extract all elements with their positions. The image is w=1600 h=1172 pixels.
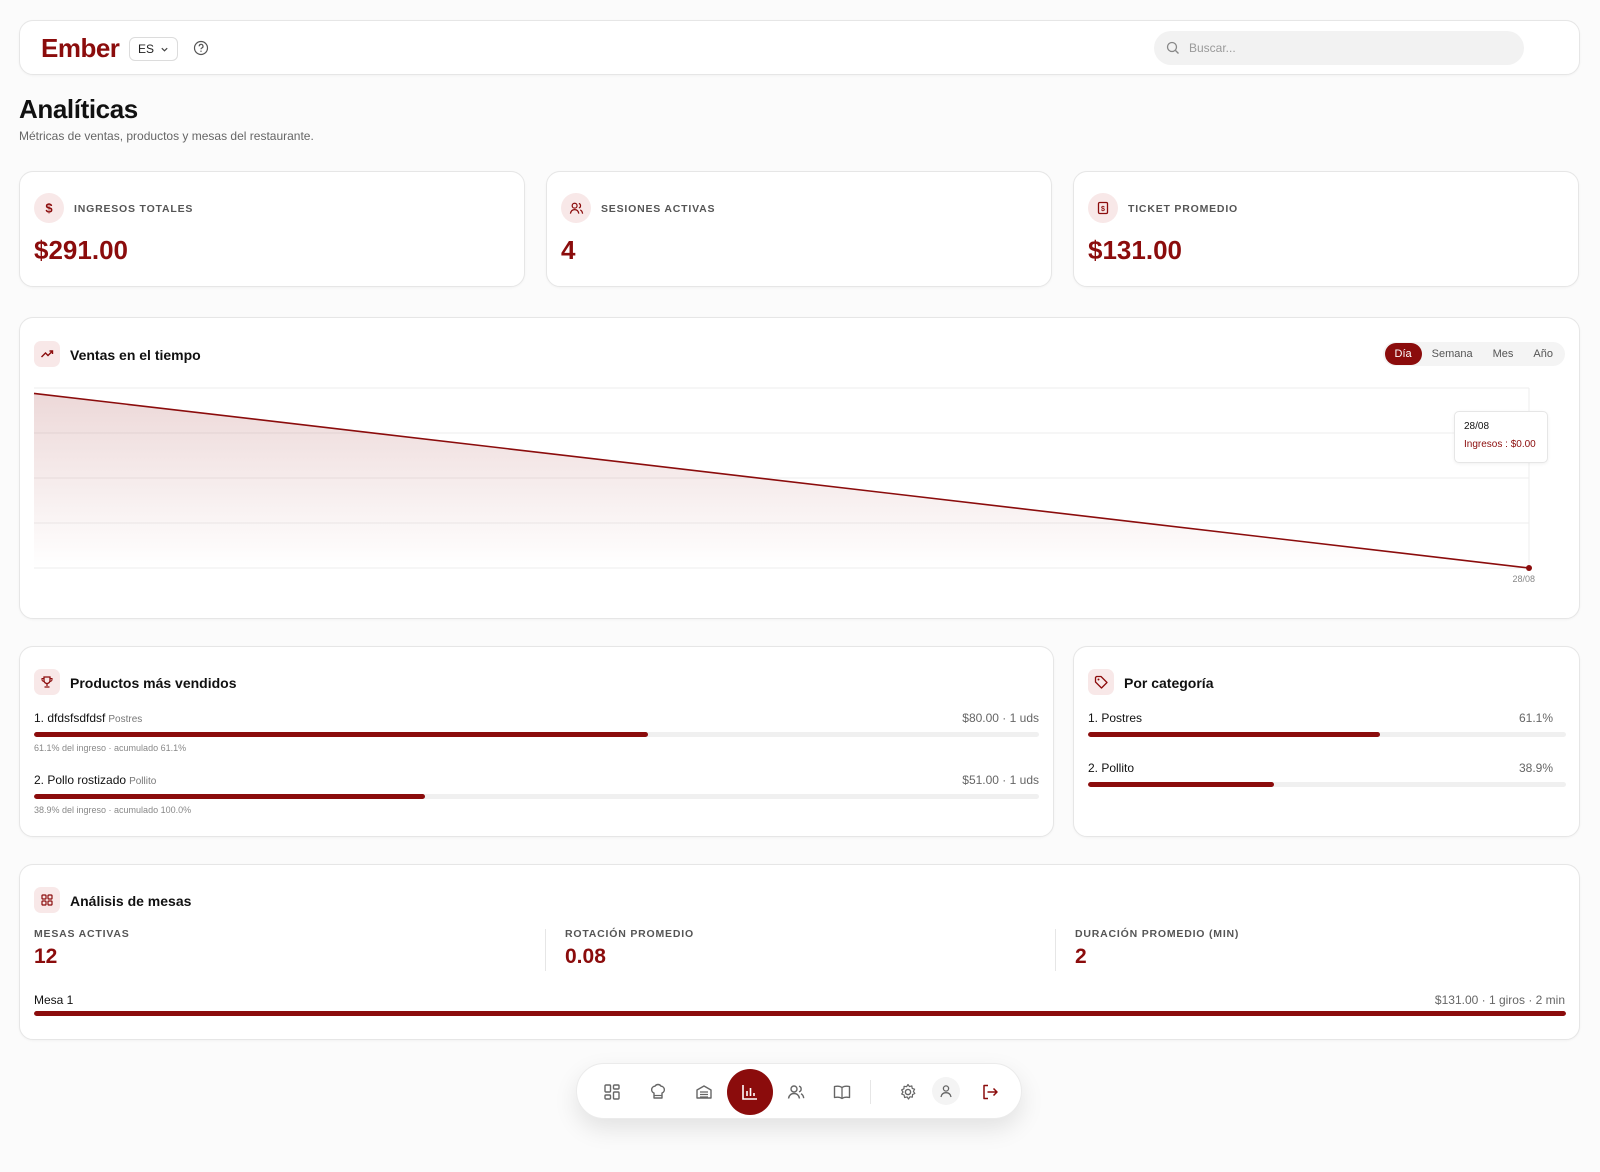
kpi-label: INGRESOS TOTALES bbox=[74, 203, 194, 215]
users-icon[interactable] bbox=[775, 1071, 817, 1113]
category-name: 1. Postres bbox=[1088, 711, 1143, 725]
table-row-fill bbox=[34, 1011, 1566, 1016]
metric-divider bbox=[545, 929, 546, 971]
metric-label: MESAS ACTIVAS bbox=[34, 928, 130, 940]
language-value: ES bbox=[137, 42, 154, 56]
search-icon bbox=[1166, 41, 1180, 55]
product-share-bar bbox=[34, 732, 1039, 737]
metric-value: 0.08 bbox=[565, 945, 606, 968]
category-percent: 38.9% bbox=[1518, 761, 1553, 775]
tooltip-date: 28/08 bbox=[1464, 421, 1490, 432]
kpi-card-ticket: $ TICKET PROMEDIO $131.00 bbox=[1073, 171, 1579, 287]
table-row-bar bbox=[34, 1011, 1566, 1016]
metric-value: 12 bbox=[34, 945, 58, 968]
profile-icon[interactable] bbox=[932, 1077, 960, 1105]
receipt-icon: $ bbox=[1088, 193, 1118, 223]
analytics-icon[interactable] bbox=[727, 1069, 773, 1115]
category-share-fill bbox=[1088, 732, 1381, 737]
section-title: Análisis de mesas bbox=[70, 893, 192, 909]
top-products-card: Productos más vendidos 1. dfdsfsdfdsf Pos… bbox=[19, 646, 1054, 837]
data-point[interactable] bbox=[1526, 565, 1532, 571]
app-logo[interactable]: Ember bbox=[41, 33, 120, 64]
product-share-fill bbox=[34, 732, 649, 737]
x-tick-label: 28/08 bbox=[1512, 574, 1535, 584]
chart-tooltip: 28/08 Ingresos : $0.00 bbox=[1454, 411, 1548, 463]
sales-chart-card: Ventas en el tiempo Día Semana Mes Año 2… bbox=[19, 317, 1580, 619]
tooltip-value: Ingresos : $0.00 bbox=[1464, 439, 1536, 450]
logout-icon[interactable] bbox=[969, 1071, 1011, 1113]
category-name: 2. Pollito bbox=[1088, 761, 1135, 775]
kitchen-icon[interactable] bbox=[683, 1071, 725, 1113]
by-category-card: Por categoría 1. Postres 61.1% 2. Pollit… bbox=[1073, 646, 1580, 837]
kpi-card-revenue: $ INGRESOS TOTALES $291.00 bbox=[19, 171, 525, 287]
product-share-bar bbox=[34, 794, 1039, 799]
section-title: Por categoría bbox=[1124, 675, 1214, 691]
bottom-dock bbox=[576, 1063, 1022, 1119]
product-total: $51.00 · 1 uds bbox=[962, 773, 1039, 787]
table-row-detail: $131.00 · 1 giros · 2 min bbox=[1434, 993, 1565, 1007]
top-bar: Ember ES bbox=[19, 20, 1580, 75]
settings-icon[interactable] bbox=[887, 1071, 929, 1113]
category-percent: 61.1% bbox=[1518, 711, 1553, 725]
tag-icon bbox=[1088, 669, 1114, 695]
search-input[interactable] bbox=[1189, 41, 1489, 55]
svg-text:$: $ bbox=[45, 201, 53, 215]
users-icon bbox=[561, 193, 591, 223]
kpi-value: $291.00 bbox=[34, 235, 128, 265]
product-category: Postres bbox=[108, 714, 143, 725]
product-note: 61.1% del ingreso · acumulado 61.1% bbox=[34, 743, 187, 753]
product-share-fill bbox=[34, 794, 425, 799]
trophy-icon bbox=[34, 669, 60, 695]
category-share-bar bbox=[1088, 732, 1566, 737]
category-share-fill bbox=[1088, 782, 1274, 787]
metric-label: ROTACIÓN PROMEDIO bbox=[565, 928, 694, 940]
dollar-icon: $ bbox=[34, 193, 64, 223]
sales-area-chart[interactable]: 28/08 bbox=[20, 318, 1581, 620]
menu-book-icon[interactable] bbox=[821, 1071, 863, 1113]
product-note: 38.9% del ingreso · acumulado 100.0% bbox=[34, 805, 192, 815]
table-row-name: Mesa 1 bbox=[34, 993, 74, 1007]
kpi-value: 4 bbox=[561, 235, 576, 265]
chevron-down-icon bbox=[160, 45, 169, 54]
product-rank-name: 1. dfdsfsdfdsf bbox=[34, 711, 106, 725]
product-name: 1. dfdsfsdfdsf Postres bbox=[34, 711, 142, 725]
kpi-label: TICKET PROMEDIO bbox=[1128, 203, 1239, 215]
chef-hat-icon[interactable] bbox=[637, 1071, 679, 1113]
language-select[interactable]: ES bbox=[129, 37, 178, 61]
product-name: 2. Pollo rostizado Pollito bbox=[34, 773, 156, 787]
page-subtitle: Métricas de ventas, productos y mesas de… bbox=[19, 129, 314, 143]
dashboard-icon[interactable] bbox=[591, 1071, 633, 1113]
metric-label: DURACIÓN PROMEDIO (MIN) bbox=[1075, 928, 1240, 940]
kpi-label: SESIONES ACTIVAS bbox=[601, 203, 716, 215]
search-bar[interactable] bbox=[1154, 31, 1524, 65]
help-icon[interactable] bbox=[192, 39, 210, 57]
metric-value: 2 bbox=[1075, 945, 1087, 968]
product-total: $80.00 · 1 uds bbox=[962, 711, 1039, 725]
kpi-card-sessions: SESIONES ACTIVAS 4 bbox=[546, 171, 1052, 287]
svg-text:$: $ bbox=[1101, 206, 1105, 213]
section-title: Productos más vendidos bbox=[70, 675, 237, 691]
dock-separator bbox=[870, 1080, 871, 1104]
grid-icon bbox=[34, 887, 60, 913]
product-category: Pollito bbox=[129, 776, 157, 787]
category-share-bar bbox=[1088, 782, 1566, 787]
page-title: Analíticas bbox=[19, 94, 138, 124]
product-rank-name: 2. Pollo rostizado bbox=[34, 773, 127, 787]
metric-divider bbox=[1055, 929, 1056, 971]
kpi-value: $131.00 bbox=[1088, 235, 1182, 265]
tables-analysis-card: Análisis de mesas MESAS ACTIVAS 12 ROTAC… bbox=[19, 864, 1580, 1040]
